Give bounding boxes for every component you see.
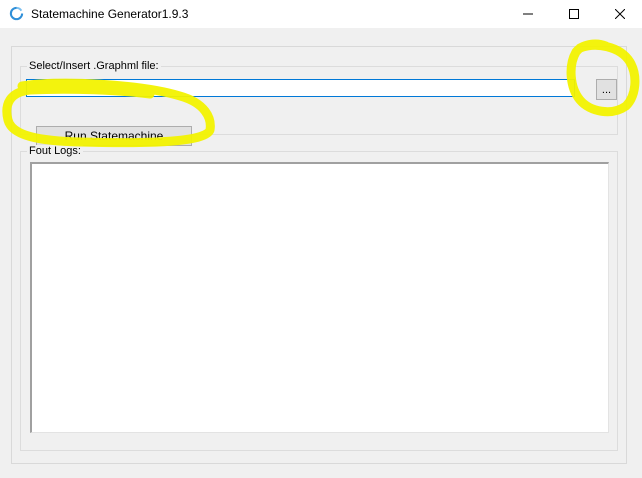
maximize-button[interactable]: [551, 0, 597, 28]
refresh-arrows-icon: [9, 6, 24, 21]
logs-groupbox: Fout Logs:: [20, 145, 618, 451]
run-statemachine-button[interactable]: Run Statemachine: [36, 126, 192, 146]
minimize-icon: [523, 13, 533, 15]
window-title: Statemachine Generator1.9.3: [31, 7, 189, 21]
main-panel: Select/Insert .Graphml file: ... Run Sta…: [11, 46, 627, 464]
app-window: Statemachine Generator1.9.3 Select/Inser…: [0, 0, 642, 478]
client-area: Select/Insert .Graphml file: ... Run Sta…: [0, 28, 642, 478]
maximize-icon: [569, 9, 579, 19]
graphml-file-input[interactable]: [26, 79, 575, 97]
browse-button[interactable]: ...: [596, 79, 617, 100]
close-button[interactable]: [597, 0, 642, 28]
title-bar[interactable]: Statemachine Generator1.9.3: [0, 0, 642, 28]
logs-group-label: Fout Logs:: [27, 145, 83, 157]
error-log-textarea[interactable]: [30, 162, 609, 433]
file-groupbox: Select/Insert .Graphml file: ... Run Sta…: [20, 60, 618, 146]
close-icon: [615, 9, 625, 19]
minimize-button[interactable]: [505, 0, 551, 28]
file-group-label: Select/Insert .Graphml file:: [27, 60, 161, 72]
